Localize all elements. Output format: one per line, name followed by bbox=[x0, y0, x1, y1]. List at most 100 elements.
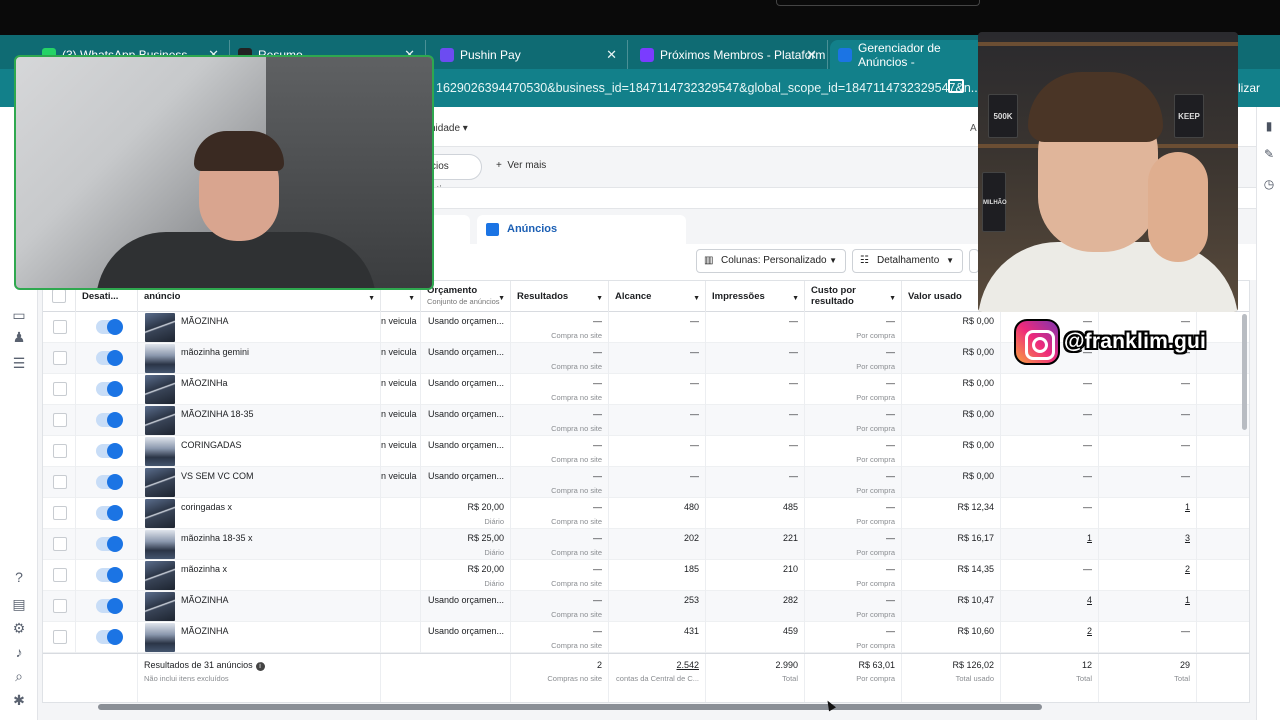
row-checkbox[interactable] bbox=[53, 506, 67, 520]
cell-c2-value[interactable]: — bbox=[1105, 440, 1190, 450]
cell-c2-value[interactable]: 1 bbox=[1105, 502, 1190, 512]
summary-alc-value[interactable]: 2.542 bbox=[676, 660, 699, 670]
cell-c1-value[interactable]: — bbox=[1007, 502, 1092, 512]
ad-name-cell[interactable]: mãozinha 18-35 x bbox=[138, 529, 381, 560]
cell-c1-value[interactable]: — bbox=[1007, 440, 1092, 450]
ad-name-cell[interactable]: MÃOZINHA bbox=[138, 622, 381, 653]
ad-name-cell[interactable]: MÃOZINHA bbox=[138, 312, 381, 343]
ad-status-toggle[interactable] bbox=[96, 536, 123, 552]
row-checkbox[interactable] bbox=[53, 351, 67, 365]
ad-name[interactable]: MÃOZINHA bbox=[181, 626, 229, 636]
cell-c2-value[interactable]: 1 bbox=[1105, 595, 1190, 605]
cell-c2-value[interactable]: 3 bbox=[1105, 533, 1190, 543]
close-icon[interactable]: ✕ bbox=[606, 47, 617, 63]
update-button[interactable]: lizar bbox=[1238, 81, 1260, 95]
ad-status-toggle[interactable] bbox=[96, 443, 123, 459]
ad-name-cell[interactable]: MÃOZINHA 18-35 bbox=[138, 405, 381, 436]
header-impressoes[interactable]: Impressões ▼ bbox=[706, 281, 805, 312]
unidade-dropdown[interactable]: nidade ▾ bbox=[430, 123, 468, 134]
ad-name[interactable]: coringadas x bbox=[181, 502, 232, 512]
news-icon[interactable]: ▤ bbox=[11, 596, 27, 612]
tab-pushin-pay[interactable]: Pushin Pay ✕ bbox=[432, 40, 628, 69]
ad-name-cell[interactable]: VS SEM VC COM bbox=[138, 467, 381, 498]
table-row[interactable]: VS SEM VC COM n veicula Usando orçamen... —… bbox=[43, 467, 1249, 498]
ad-name[interactable]: MÃOZINHA bbox=[181, 316, 229, 326]
bug-report-icon[interactable]: ✱ bbox=[11, 692, 27, 708]
table-row[interactable]: MÃOZINHA 18-35 n veicula Usando orçamen...… bbox=[43, 405, 1249, 436]
ad-name[interactable]: MÃOZINHA 18-35 bbox=[181, 409, 254, 419]
table-row[interactable]: mãozinha 18-35 x R$ 25,00 Diário — Compra no… bbox=[43, 529, 1249, 560]
cell-c1-value[interactable]: — bbox=[1007, 471, 1092, 481]
cast-icon[interactable] bbox=[948, 79, 964, 93]
table-row[interactable]: MÃOZINHA Usando orçamen... — Compra no site… bbox=[43, 622, 1249, 653]
cell-c2-value[interactable]: — bbox=[1105, 378, 1190, 388]
tab-anuncios[interactable]: Anúncios bbox=[477, 215, 686, 244]
cell-c2-value[interactable]: — bbox=[1105, 471, 1190, 481]
ad-status-toggle[interactable] bbox=[96, 505, 123, 521]
url-text[interactable]: 1629026394470530&business_id=18471147323… bbox=[436, 81, 981, 95]
info-icon[interactable]: i bbox=[255, 662, 265, 671]
cell-c1-value[interactable]: — bbox=[1007, 564, 1092, 574]
ad-name[interactable]: VS SEM VC COM bbox=[181, 471, 254, 481]
ad-name-cell[interactable]: MÃOZINHa bbox=[138, 374, 381, 405]
row-checkbox[interactable] bbox=[53, 320, 67, 334]
cell-c1-value[interactable]: 2 bbox=[1007, 626, 1092, 636]
close-icon[interactable]: ✕ bbox=[806, 47, 817, 63]
ad-name[interactable]: mãozinha 18-35 x bbox=[181, 533, 253, 543]
cell-c2-value[interactable]: — bbox=[1105, 626, 1190, 636]
menu-icon[interactable]: ☰ bbox=[11, 355, 27, 371]
ad-name[interactable]: MÃOZINHA bbox=[181, 595, 229, 605]
ad-status-toggle[interactable] bbox=[96, 350, 123, 366]
notifications-icon[interactable]: ♪ bbox=[11, 644, 27, 660]
table-row[interactable]: MÃOZINHa n veicula Usando orçamen... — Compr… bbox=[43, 374, 1249, 405]
cell-c1-value[interactable]: — bbox=[1007, 378, 1092, 388]
audience-icon[interactable]: ♟ bbox=[11, 329, 27, 345]
table-row[interactable]: mãozinha x R$ 20,00 Diário — Compra no site 1… bbox=[43, 560, 1249, 591]
chart-icon[interactable]: ▮ bbox=[1262, 119, 1276, 133]
settings-icon[interactable]: ⚙ bbox=[11, 620, 27, 636]
ad-name-cell[interactable]: MÃOZINHA bbox=[138, 591, 381, 622]
history-icon[interactable]: ◷ bbox=[1262, 177, 1276, 191]
help-icon[interactable]: ? bbox=[11, 569, 27, 585]
header-alcance[interactable]: Alcance ▼ bbox=[609, 281, 706, 312]
ad-name-cell[interactable]: mãozinha x bbox=[138, 560, 381, 591]
vertical-scrollbar[interactable] bbox=[1242, 314, 1247, 430]
ad-status-toggle[interactable] bbox=[96, 598, 123, 614]
ad-name-cell[interactable]: coringadas x bbox=[138, 498, 381, 529]
row-checkbox[interactable] bbox=[53, 599, 67, 613]
row-checkbox[interactable] bbox=[53, 444, 67, 458]
billing-icon[interactable]: ▭ bbox=[11, 307, 27, 323]
ver-mais-button[interactable]: + Ver mais bbox=[496, 160, 546, 171]
table-row[interactable]: CORINGADAS n veicula Usando orçamen... — Com… bbox=[43, 436, 1249, 467]
ad-name-cell[interactable]: mãozinha gemini bbox=[138, 343, 381, 374]
row-checkbox[interactable] bbox=[53, 537, 67, 551]
header-orcamento[interactable]: Orçamento Conjunto de anúncios ▼ bbox=[421, 281, 511, 312]
search-icon[interactable]: ⌕ bbox=[11, 668, 27, 684]
ad-name[interactable]: MÃOZINHa bbox=[181, 378, 228, 388]
row-checkbox[interactable] bbox=[53, 568, 67, 582]
row-checkbox[interactable] bbox=[53, 475, 67, 489]
ad-status-toggle[interactable] bbox=[96, 474, 123, 490]
cell-c2-value[interactable]: 2 bbox=[1105, 564, 1190, 574]
ad-name[interactable]: CORINGADAS bbox=[181, 440, 242, 450]
edit-icon[interactable]: ✎ bbox=[1262, 147, 1276, 161]
ad-name-cell[interactable]: CORINGADAS bbox=[138, 436, 381, 467]
select-all-checkbox[interactable] bbox=[52, 289, 66, 303]
cell-c2-value[interactable]: — bbox=[1105, 409, 1190, 419]
header-custo[interactable]: Custo por resultado ▼ bbox=[805, 281, 902, 312]
cell-c1-value[interactable]: — bbox=[1007, 409, 1092, 419]
row-checkbox[interactable] bbox=[53, 382, 67, 396]
horizontal-scrollbar[interactable] bbox=[98, 704, 1042, 710]
ad-name[interactable]: mãozinha gemini bbox=[181, 347, 249, 357]
ad-status-toggle[interactable] bbox=[96, 381, 123, 397]
tab-conjuntos[interactable] bbox=[430, 215, 470, 244]
ad-status-toggle[interactable] bbox=[96, 629, 123, 645]
ad-status-toggle[interactable] bbox=[96, 567, 123, 583]
row-checkbox[interactable] bbox=[53, 413, 67, 427]
cell-c1-value[interactable]: 1 bbox=[1007, 533, 1092, 543]
table-row[interactable]: MÃOZINHA Usando orçamen... — Compra no site… bbox=[43, 591, 1249, 622]
tab-gerenciador-anuncios[interactable]: Gerenciador de Anúncios - bbox=[830, 40, 990, 69]
row-checkbox[interactable] bbox=[53, 630, 67, 644]
ad-name[interactable]: mãozinha x bbox=[181, 564, 227, 574]
header-resultados[interactable]: Resultados ▼ bbox=[511, 281, 609, 312]
